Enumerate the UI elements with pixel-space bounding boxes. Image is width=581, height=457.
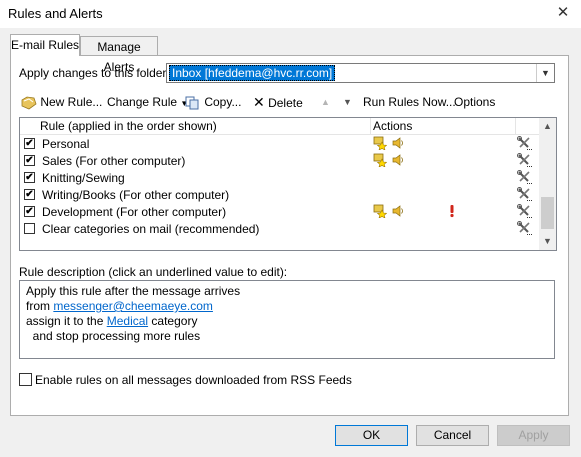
rule-row[interactable]: ✔ Development (For other computer) [20,203,539,220]
rule-name: Writing/Books (For other computer) [42,188,230,202]
rules-list[interactable]: Rule (applied in the order shown) Action… [19,117,557,251]
rule-name: Knitting/Sewing [42,171,125,185]
rule-row[interactable]: Clear categories on mail (recommended) [20,220,539,237]
copy-label: Copy... [204,95,242,109]
delete-label: Delete [268,96,303,110]
window-title: Rules and Alerts [8,6,103,21]
close-icon[interactable]: ✕ [554,4,572,22]
options-button[interactable]: Options [454,94,495,110]
rule-enabled-checkbox[interactable]: ✔ [24,172,35,183]
description-text: from [26,299,54,313]
cancel-button[interactable]: Cancel [416,425,489,446]
category-icon [373,204,388,219]
tab-email-rules[interactable]: E-mail Rules [10,34,80,56]
importance-icon [448,204,456,218]
category-link[interactable]: Medical [107,314,148,328]
folder-select[interactable]: Inbox [hfeddema@hvc.rr.com] ▼ [166,63,555,83]
rule-enabled-checkbox[interactable] [24,223,35,234]
description-text: assign it to the [26,314,107,328]
rule-row[interactable]: ✔ Writing/Books (For other computer) [20,186,539,203]
description-text: category [148,314,198,328]
tools-icon [517,170,533,185]
new-rule-button[interactable]: New Rule... [21,94,102,110]
tools-icon [517,204,533,219]
rule-description-label: Rule description (click an underlined va… [19,265,288,279]
run-rules-now-button[interactable]: Run Rules Now... [363,94,456,110]
rule-enabled-checkbox[interactable]: ✔ [24,138,35,149]
sound-icon [392,136,404,150]
column-header-rule[interactable]: Rule (applied in the order shown) [40,119,217,133]
description-line: and stop processing more rules [26,329,201,343]
new-rule-label: New Rule... [40,95,103,109]
tools-icon [517,136,533,151]
scroll-down-icon[interactable]: ▼ [539,233,556,250]
description-line: from messenger@cheemaeye.com [26,299,213,314]
tools-icon [517,221,533,236]
new-rule-icon [21,96,37,110]
move-down-icon[interactable]: ▼ [343,94,352,110]
rule-row[interactable]: ✔ Sales (For other computer) [20,152,539,169]
chevron-down-icon[interactable]: ▼ [536,64,554,82]
tools-icon [517,153,533,168]
category-icon [373,136,388,151]
copy-button[interactable]: Copy... [185,94,241,110]
scroll-thumb[interactable] [541,197,554,229]
ok-button[interactable]: OK [335,425,408,446]
tools-icon [517,187,533,202]
delete-button[interactable]: ✕ Delete [253,94,303,110]
change-rule-label: Change Rule [107,95,178,109]
sound-icon [392,204,404,218]
folder-label: Apply changes to this folder: [19,66,170,80]
apply-button[interactable]: Apply [497,425,570,446]
rule-name: Sales (For other computer) [42,154,186,168]
sender-address-link[interactable]: messenger@cheemaeye.com [53,299,213,313]
rule-enabled-checkbox[interactable]: ✔ [24,155,35,166]
folder-selected-value: Inbox [hfeddema@hvc.rr.com] [169,65,336,81]
delete-icon: ✕ [253,94,265,110]
scroll-up-icon[interactable]: ▲ [539,118,556,135]
rule-name: Personal [42,137,90,151]
rss-checkbox-label[interactable]: Enable rules on all messages downloaded … [35,373,352,387]
column-header-actions[interactable]: Actions [373,119,412,133]
tab-manage-alerts[interactable]: Manage Alerts [80,36,158,74]
category-icon [373,153,388,168]
rules-list-header: Rule (applied in the order shown) Action… [20,118,539,135]
rule-name: Clear categories on mail (recommended) [42,222,260,236]
vertical-scrollbar[interactable]: ▲ ▼ [539,118,556,250]
rss-checkbox[interactable] [19,373,32,386]
rule-row[interactable]: ✔ Personal [20,135,539,152]
move-up-icon[interactable]: ▲ [321,94,330,110]
sound-icon [392,153,404,167]
column-divider[interactable] [370,118,371,134]
rule-description-box: Apply this rule after the message arrive… [19,280,555,359]
rule-name: Development (For other computer) [42,205,227,219]
rule-row[interactable]: ✔ Knitting/Sewing [20,169,539,186]
rule-enabled-checkbox[interactable]: ✔ [24,189,35,200]
change-rule-button[interactable]: Change Rule ▼ [107,94,188,110]
description-line: assign it to the Medical category [26,314,197,329]
column-divider[interactable] [515,118,516,134]
copy-icon [185,96,199,110]
rule-enabled-checkbox[interactable]: ✔ [24,206,35,217]
description-line: Apply this rule after the message arrive… [26,284,241,298]
